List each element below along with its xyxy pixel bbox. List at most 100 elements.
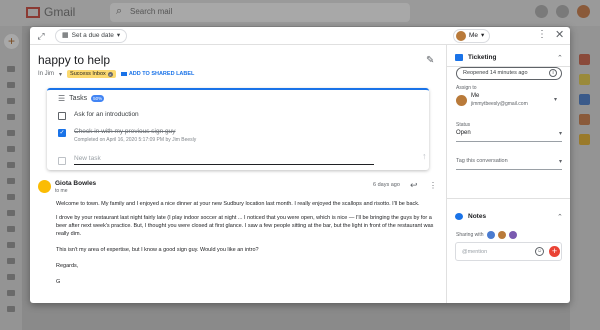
email-subject: happy to help [38,53,111,67]
chevron-down-icon: ▾ [558,131,562,137]
more-vert-icon[interactable]: ⋮ [429,181,437,190]
task-item: Ask for an introduction [58,111,139,120]
chevron-up-icon[interactable]: ⌃ [557,213,563,221]
addon-icon[interactable] [579,134,590,145]
set-due-date-button[interactable]: ▦ Set a due date ▾ [55,29,128,43]
conversation-dialog: ⤢ ▦ Set a due date ▾ Me ▾ ⋮ ✕ happy to h… [30,27,570,303]
addon-icon[interactable] [579,54,590,65]
compose-icon[interactable]: + [4,34,19,49]
nav-icon [7,290,15,296]
tag-placeholder: Tag this conversation [456,158,508,164]
avatar [486,231,495,239]
status-label: Status [456,122,471,128]
left-nav-background: + [0,26,22,330]
label-badge-text: Success Inbox [70,71,106,77]
edit-icon[interactable]: ✎ [426,55,434,66]
message-paragraph: Welcome to town. My family and I enjoyed… [56,201,420,207]
chevron-down-icon: ▾ [558,159,562,165]
emoji-icon[interactable]: ☺ [535,247,544,256]
close-icon[interactable]: ✕ [555,30,564,41]
status-select[interactable]: Open ▾ [456,130,562,142]
notes-title: Notes [468,213,487,220]
avatar [497,231,506,239]
notes-section-header[interactable]: Notes [455,213,486,220]
label-badge[interactable]: Success Inbox × [67,70,116,78]
ticket-icon [455,54,463,61]
sharing-label: Sharing with [456,232,484,238]
reopened-text: Reopened 14 minutes ago [463,70,528,76]
notes-icon [455,213,463,220]
tasks-card: ☰ Tasks 50% Ask for an introduction ✓ Ch… [47,88,429,170]
side-panel: Ticketing ⌃ Reopened 14 minutes ago i As… [446,45,570,303]
assign-to-label: Assign to [456,85,477,91]
tasks-progress-badge: 50% [91,95,105,102]
add-note-button[interactable]: + [549,246,560,257]
note-input[interactable]: @mention ☺ + [455,242,562,261]
new-task-checkbox [58,156,66,165]
sender-avatar [38,180,51,193]
chevron-down-icon: ▾ [481,32,485,39]
remove-label-icon[interactable]: × [107,71,113,77]
addon-icon[interactable] [579,74,590,85]
new-task-row: New task [58,155,418,165]
search-bar[interactable]: Search mail [110,3,410,22]
nav-icon [7,242,15,248]
ticketing-title: Ticketing [468,54,497,61]
assignee-chip[interactable]: Me ▾ [453,29,491,43]
nav-icon [7,82,15,88]
task-checkbox-checked[interactable]: ✓ [58,129,66,137]
due-date-label: Set a due date [71,32,114,39]
task-text[interactable]: Ask for an introduction [74,111,139,118]
assignee-select[interactable]: Me jimmytbeesly@gmail.com ▾ [456,93,562,111]
chevron-up-icon[interactable]: ⌃ [557,54,563,62]
sender-name: Giota Bowles [55,180,97,187]
new-task-input[interactable]: New task [74,155,374,165]
apps-icon[interactable] [556,5,569,18]
label-icon [120,72,127,76]
task-text[interactable]: Check in with my previous sign guy [74,128,196,135]
task-item: ✓ Check in with my previous sign guy Com… [58,128,196,143]
tag-conversation-select[interactable]: Tag this conversation ▾ [456,158,562,170]
expand-icon[interactable]: ⤢ [36,31,46,41]
message-paragraph: This isn't my area of expertise, but I k… [56,247,259,253]
nav-icon [7,306,15,312]
avatar [508,231,517,239]
chevron-down-icon[interactable]: ▾ [59,71,62,78]
sharing-with-row: Sharing with [456,231,517,239]
message-paragraph: Regards, [56,263,79,269]
chevron-down-icon: ▾ [554,97,558,103]
add-shared-label-text: ADD TO SHARED LABEL [128,71,195,77]
gmail-header-background: Gmail Search mail [0,0,600,26]
add-task-arrow-icon[interactable]: ↑ [422,151,427,161]
assignee-name: Me [471,93,480,99]
addon-icon[interactable] [579,94,590,105]
chevron-down-icon: ▾ [116,32,121,39]
message-time: 6 days ago [373,182,400,188]
gmail-wordmark: Gmail [44,5,76,19]
recipient-line[interactable]: to me [55,188,68,194]
message-paragraph: G [56,279,61,285]
ticketing-section-header[interactable]: Ticketing [455,54,496,61]
nav-icon [7,194,15,200]
nav-icon [7,162,15,168]
avatar [456,31,466,41]
help-icon[interactable] [535,5,548,18]
dialog-toolbar: ⤢ ▦ Set a due date ▾ Me ▾ ⋮ ✕ [30,27,570,45]
addon-icon[interactable] [579,114,590,125]
avatar [456,95,467,106]
task-checkbox[interactable] [58,112,66,120]
header-icons [535,5,590,18]
gmail-m-icon [26,6,40,18]
tasks-header: ☰ Tasks 50% [58,94,105,103]
add-shared-label-link[interactable]: ADD TO SHARED LABEL [120,71,195,77]
divider [447,198,570,199]
reply-icon[interactable]: ↩ [410,180,418,191]
gmail-logo: Gmail [26,5,75,19]
reopened-status-chip: Reopened 14 minutes ago i [456,67,562,80]
nav-icon [7,114,15,120]
more-vert-icon[interactable]: ⋮ [537,30,547,40]
email-meta-row: In Jim ▾ Success Inbox × ADD TO SHARED L… [38,70,194,78]
account-avatar[interactable] [577,5,590,18]
info-icon[interactable]: i [549,69,557,77]
folder-label[interactable]: In Jim [38,71,54,77]
